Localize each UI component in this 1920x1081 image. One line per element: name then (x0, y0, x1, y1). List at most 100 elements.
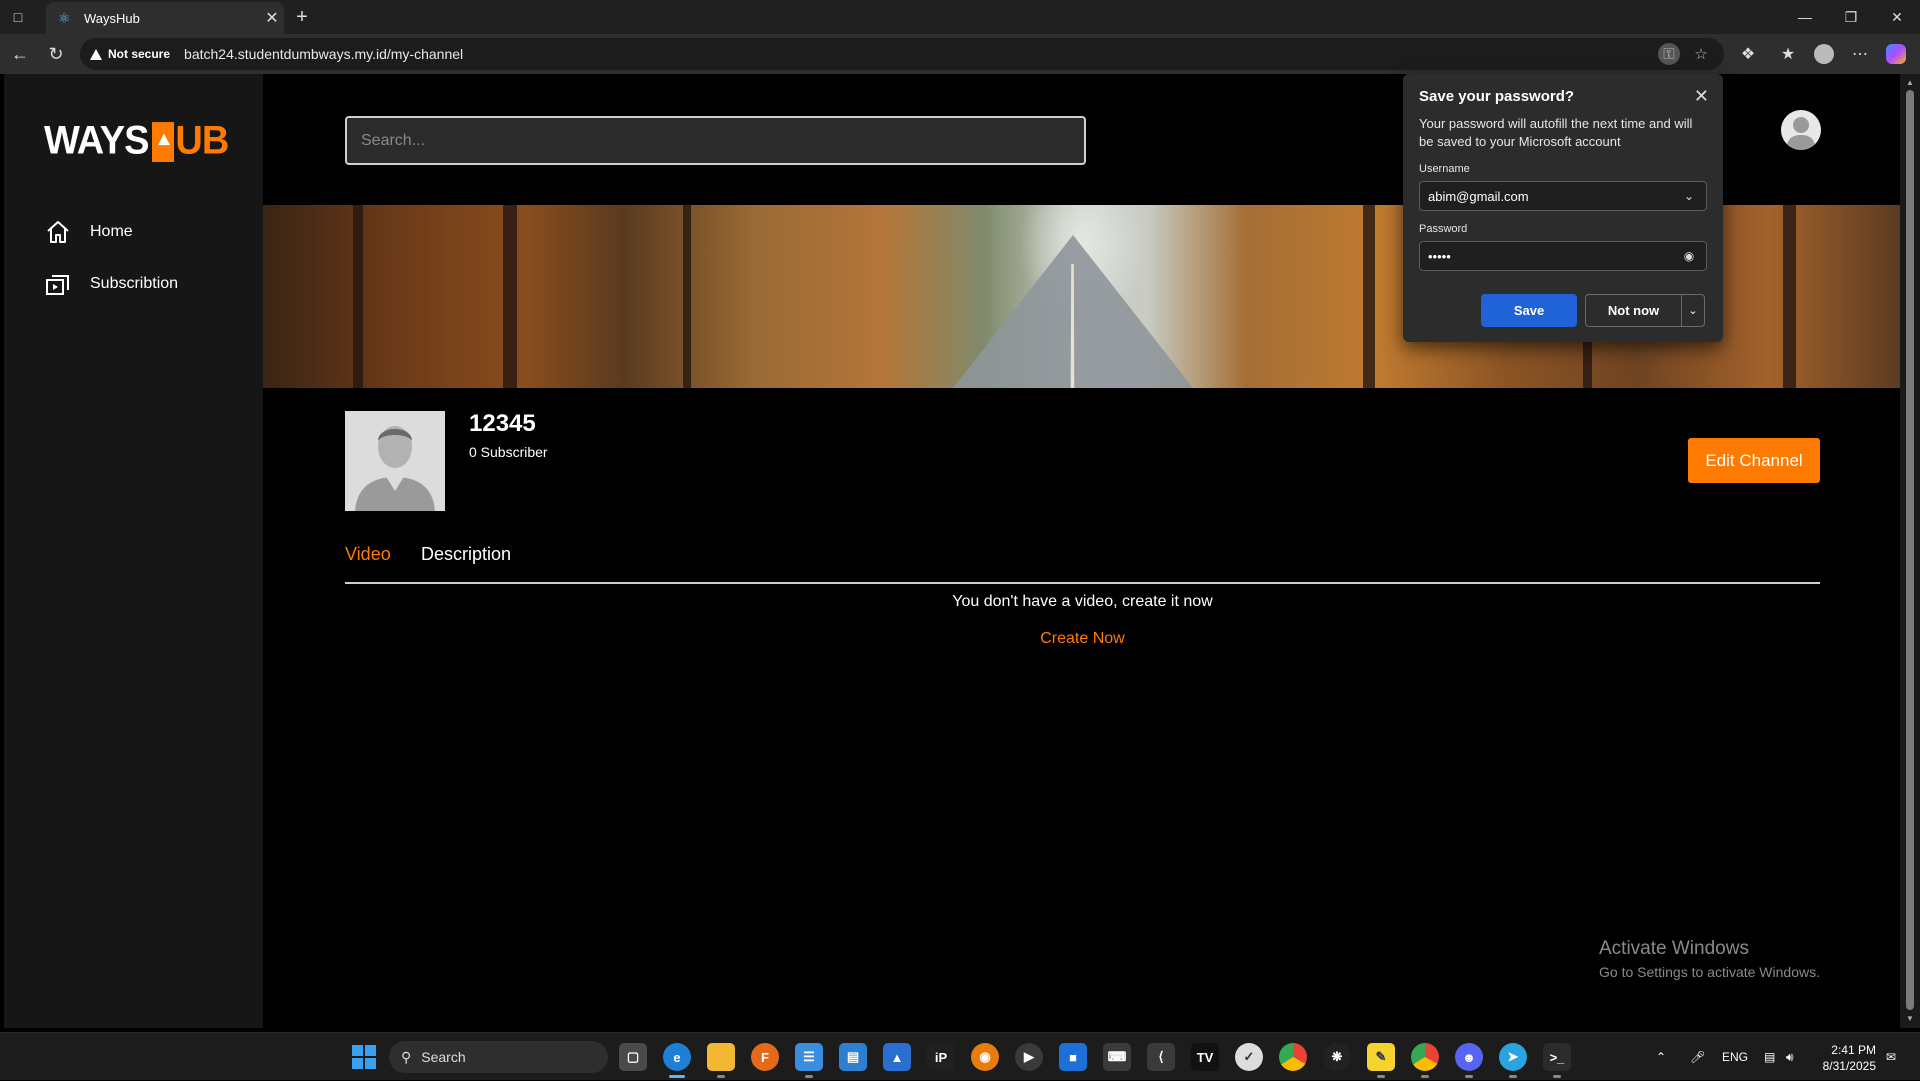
terminal-app-icon[interactable]: ⌨ (1103, 1043, 1131, 1071)
back-icon[interactable]: ← (8, 42, 32, 66)
system-clock[interactable]: 2:41 PM 8/31/2025 (1814, 1042, 1876, 1074)
clock-app-icon[interactable]: ✓ (1235, 1043, 1263, 1071)
user-avatar[interactable] (1781, 110, 1821, 150)
chevron-down-icon[interactable]: ⌄ (1680, 189, 1698, 203)
profile-icon[interactable] (1812, 42, 1836, 66)
tab-actions-icon[interactable]: □ (8, 7, 28, 27)
notifications-icon[interactable]: ✉ (1886, 1033, 1896, 1081)
sticky-notes-icon[interactable]: ✎ (1367, 1043, 1395, 1078)
network-icon[interactable]: ▤ (1764, 1033, 1775, 1081)
empty-state-message: You don't have a video, create it now (952, 593, 1213, 610)
security-indicator[interactable]: Not secure (90, 47, 170, 61)
chrome-profile-icon[interactable] (1411, 1043, 1439, 1078)
notepad-icon[interactable]: ☰ (795, 1043, 823, 1078)
favorite-star-icon[interactable]: ☆ (1690, 43, 1712, 65)
more-options-icon[interactable]: ⋯ (1848, 42, 1872, 66)
clock-time: 2:41 PM (1831, 1043, 1876, 1057)
terminal-icon[interactable]: >_ (1543, 1043, 1571, 1078)
channel-avatar (345, 411, 445, 511)
media-player-icon[interactable]: ▶ (1015, 1043, 1043, 1071)
user-avatar-icon (1786, 117, 1816, 150)
discord-icon[interactable]: ☻ (1455, 1043, 1483, 1078)
windows-taskbar: ⚲ Search ▢ e F ☰ ▤ ▲ iP ◉ ▶ ■ ⌨ ⟨ TV ✓ ❋… (0, 1032, 1920, 1080)
password-label: Password (1419, 223, 1468, 235)
page-scrollbar[interactable]: ▲ ▼ (1900, 74, 1920, 1028)
edit-channel-button[interactable]: Edit Channel (1688, 438, 1820, 483)
close-icon[interactable]: ✕ (1694, 86, 1709, 107)
browser-toolbar: ← ↻ Not secure batch24.studentdumbways.m… (0, 34, 1920, 74)
telegram-icon[interactable]: ➤ (1499, 1043, 1527, 1078)
react-icon: ⚛ (58, 10, 71, 26)
scroll-down-icon[interactable]: ▼ (1905, 1014, 1915, 1023)
logo-text-right: UB (175, 118, 229, 164)
fl-studio-icon[interactable]: F (751, 1043, 779, 1071)
show-hidden-icons-chevron-icon[interactable]: ⌃ (1656, 1033, 1666, 1081)
new-tab-button[interactable]: + (292, 6, 312, 28)
search-input[interactable] (345, 116, 1086, 165)
edge-icon[interactable]: e (663, 1043, 691, 1078)
security-label: Not secure (108, 47, 171, 61)
photos-icon[interactable]: ▲ (883, 1043, 911, 1071)
close-tab-icon[interactable]: ✕ (260, 8, 284, 28)
not-now-button[interactable]: Not now (1585, 294, 1681, 327)
browser-tab[interactable]: ⚛ WaysHub ✕ (46, 2, 284, 34)
username-label: Username (1419, 163, 1470, 175)
minimize-icon[interactable]: — (1782, 0, 1828, 34)
task-view-icon[interactable]: ▢ (619, 1043, 647, 1071)
tab-description[interactable]: Description (421, 544, 511, 565)
volume-icon[interactable]: 🔊︎ (1786, 1033, 1794, 1081)
banner-road-line (1070, 263, 1075, 388)
copilot-icon[interactable] (1884, 42, 1908, 66)
logo-text-left: WAYS (44, 118, 149, 164)
blender-icon[interactable]: ◉ (971, 1043, 999, 1071)
chevron-down-icon[interactable]: ⌄ (1681, 294, 1705, 327)
chrome-icon[interactable] (1279, 1043, 1307, 1071)
password-field[interactable]: ••••• ◉ (1419, 241, 1707, 271)
save-password-dialog: Save your password? ✕ Your password will… (1403, 74, 1723, 342)
password-key-icon[interactable]: ⚿ (1658, 43, 1680, 65)
refresh-icon[interactable]: ↻ (44, 42, 68, 66)
tab-video[interactable]: Video (345, 544, 391, 565)
close-window-icon[interactable]: ✕ (1874, 0, 1920, 34)
windows-start-icon[interactable] (352, 1045, 376, 1069)
language-indicator[interactable]: ENG (1722, 1033, 1748, 1081)
url-text[interactable]: batch24.studentdumbways.my.id/my-channel (184, 46, 463, 62)
dialog-actions: Save Not now ⌄ (1481, 294, 1705, 327)
remote-desktop-icon[interactable]: ▤ (839, 1043, 867, 1071)
microphone-icon[interactable]: 🎤︎ (1690, 1033, 1705, 1081)
banner-tree (1783, 205, 1796, 388)
watermark-subtitle: Go to Settings to activate Windows. (1599, 964, 1820, 980)
restore-icon[interactable]: ❐ (1828, 0, 1874, 34)
tradingview-icon[interactable]: TV (1191, 1043, 1219, 1071)
username-field[interactable]: abim@gmail.com ⌄ (1419, 181, 1707, 211)
banner-tree (683, 205, 691, 388)
scrollbar-thumb[interactable] (1906, 90, 1914, 1010)
sidebar-item-home[interactable]: Home (44, 218, 133, 246)
file-explorer-icon[interactable] (707, 1043, 735, 1078)
banner-tree (503, 205, 517, 388)
browser-titlebar: □ ⚛ WaysHub ✕ + — ❐ ✕ (0, 0, 1920, 34)
save-button[interactable]: Save (1481, 294, 1577, 327)
scroll-up-icon[interactable]: ▲ (1905, 78, 1915, 87)
banner-tree (1363, 205, 1375, 388)
sidebar-item-subscription[interactable]: Subscribtion (44, 270, 178, 298)
chatgpt-icon[interactable]: ❋ (1323, 1043, 1351, 1071)
favorites-icon[interactable]: ★ (1776, 42, 1800, 66)
subscriber-count: 0 Subscriber (469, 444, 548, 460)
subscription-icon (46, 275, 69, 295)
password-value: ••••• (1428, 248, 1451, 264)
store-icon[interactable]: ■ (1059, 1043, 1087, 1071)
address-bar[interactable]: Not secure batch24.studentdumbways.my.id… (80, 38, 1724, 70)
home-icon (47, 221, 69, 243)
logo-play-icon (152, 121, 175, 162)
taskbar-search[interactable]: ⚲ Search (389, 1041, 608, 1073)
show-password-eye-icon[interactable]: ◉ (1680, 249, 1698, 263)
create-now-link[interactable]: Create Now (345, 630, 1820, 648)
username-value: abim@gmail.com (1428, 188, 1529, 204)
ip-app-icon[interactable]: iP (927, 1043, 955, 1071)
sidebar-item-label: Subscribtion (90, 275, 179, 292)
wayshub-logo[interactable]: WAYS UB (44, 118, 229, 164)
extensions-icon[interactable]: ❖ (1736, 42, 1760, 66)
sidebar-item-label: Home (90, 223, 133, 240)
vs-code-icon[interactable]: ⟨ (1147, 1043, 1175, 1071)
